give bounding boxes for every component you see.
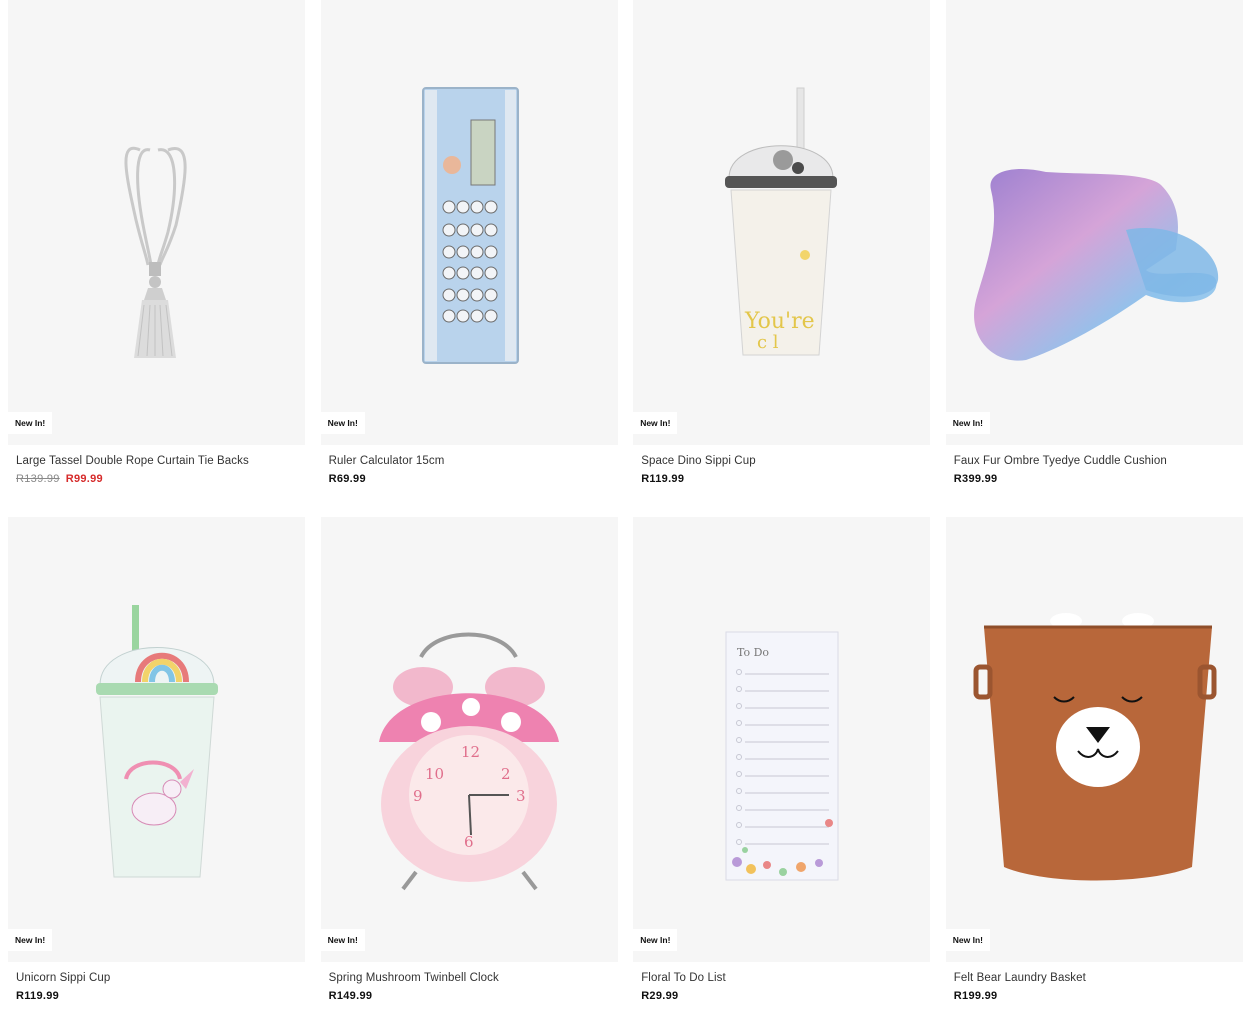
pad-heading: To Do — [737, 646, 769, 659]
product-image[interactable]: New In! — [945, 517, 1243, 962]
price: R29.99 — [641, 990, 679, 1002]
product-image[interactable]: New In! — [320, 0, 618, 445]
alarm-clock-icon: 12 3 6 9 10 2 — [378, 632, 559, 891]
product-price: R119.99 — [16, 990, 305, 1002]
product-image[interactable]: 12 3 6 9 10 2 New In! — [320, 517, 618, 962]
price: R199.99 — [953, 990, 998, 1002]
ruler-calculator-icon — [421, 87, 519, 364]
cuddle-cushion-icon — [973, 169, 1218, 361]
price: R119.99 — [641, 473, 685, 485]
svg-text:3: 3 — [516, 787, 526, 805]
svg-text:You're: You're — [744, 309, 815, 334]
product-card[interactable]: New In! Large Tassel Double Rope Curtain… — [8, 0, 305, 489]
new-in-badge: New In! — [320, 929, 365, 951]
product-card[interactable]: New In! Ruler Calculator 15cm R69.99 — [320, 0, 618, 489]
new-in-badge: New In! — [945, 929, 991, 951]
svg-text:6: 6 — [464, 833, 474, 851]
sale-price: R99.99 — [65, 473, 103, 485]
sippy-cup-dino-icon: You're c l — [725, 87, 838, 356]
new-in-badge: New In! — [8, 929, 53, 951]
tassel-tie-back-icon — [124, 146, 187, 358]
svg-text:c l: c l — [757, 332, 779, 353]
new-in-badge: New In! — [320, 412, 365, 434]
price: R399.99 — [953, 473, 998, 485]
product-price: R399.99 — [954, 473, 1243, 485]
product-name[interactable]: Unicorn Sippi Cup — [16, 972, 305, 984]
product-image[interactable]: To Do New In! — [633, 517, 931, 962]
new-in-badge: New In! — [633, 412, 678, 434]
product-card[interactable]: 12 3 6 9 10 2 New In! Spring Mushroom Twinb… — [320, 517, 618, 1006]
original-price: R139.99 — [16, 473, 60, 485]
sippy-cup-unicorn-icon — [96, 605, 218, 878]
price: R119.99 — [16, 990, 60, 1002]
product-name[interactable]: Faux Fur Ombre Tyedye Cuddle Cushion — [954, 455, 1243, 467]
new-in-badge: New In! — [8, 412, 53, 434]
product-image[interactable]: You're c l New In! — [633, 0, 931, 445]
product-name[interactable]: Felt Bear Laundry Basket — [954, 972, 1243, 984]
product-price: R199.99 — [954, 990, 1243, 1002]
svg-text:2: 2 — [501, 765, 511, 783]
svg-text:10: 10 — [425, 765, 444, 783]
product-card[interactable]: New In! Unicorn Sippi Cup R119.99 — [8, 517, 305, 1006]
product-price: R139.99 R99.99 — [16, 473, 305, 485]
product-card[interactable]: New In! Faux Fur Ombre Tyedye Cuddle Cus… — [945, 0, 1243, 489]
product-grid: New In! Large Tassel Double Rope Curtain… — [8, 0, 1243, 1006]
product-name[interactable]: Floral To Do List — [641, 972, 930, 984]
laundry-basket-icon — [973, 613, 1217, 881]
product-image[interactable]: New In! — [8, 0, 305, 445]
svg-text:12: 12 — [461, 743, 480, 761]
price: R69.99 — [328, 473, 366, 485]
new-in-badge: New In! — [633, 929, 678, 951]
product-card[interactable]: You're c l New In! Space Dino Sippi Cup … — [633, 0, 931, 489]
svg-text:9: 9 — [413, 787, 423, 805]
price: R149.99 — [328, 990, 373, 1002]
product-price: R119.99 — [641, 473, 930, 485]
todo-notepad-icon: To Do — [725, 631, 839, 881]
product-price: R69.99 — [329, 473, 618, 485]
product-price: R149.99 — [329, 990, 618, 1002]
product-card[interactable]: New In! Felt Bear Laundry Basket R199.99 — [945, 517, 1243, 1006]
product-card[interactable]: To Do New In! Floral To Do List R29.99 — [633, 517, 931, 1006]
product-image[interactable]: New In! — [8, 517, 305, 962]
product-name[interactable]: Ruler Calculator 15cm — [329, 455, 618, 467]
product-price: R29.99 — [641, 990, 930, 1002]
product-name[interactable]: Spring Mushroom Twinbell Clock — [329, 972, 618, 984]
product-name[interactable]: Large Tassel Double Rope Curtain Tie Bac… — [16, 455, 305, 467]
product-name[interactable]: Space Dino Sippi Cup — [641, 455, 930, 467]
new-in-badge: New In! — [945, 412, 991, 434]
product-image[interactable]: New In! — [945, 0, 1243, 445]
